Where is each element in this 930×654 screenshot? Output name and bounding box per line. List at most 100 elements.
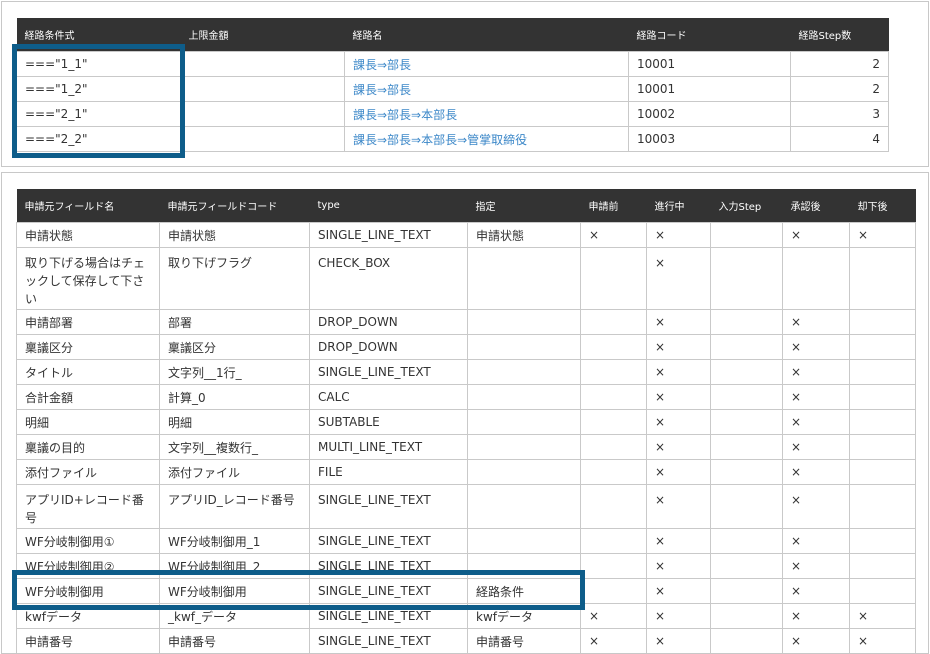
approved-mark: × [782,603,850,629]
field-name-cell: 稟議区分 [16,334,160,360]
rejected-mark [849,384,916,410]
limit-cell [180,101,345,127]
type-cell: MULTI_LINE_TEXT [309,434,468,460]
input-step-mark [710,384,783,410]
rejected-mark [849,359,916,385]
spec-cell [467,409,581,435]
spec-cell [467,309,581,335]
before-mark: × [580,628,647,653]
type-cell: SINGLE_LINE_TEXT [309,484,468,529]
field-name-cell: 取り下げる場合はチェックして保存して下さい [16,247,160,310]
before-mark [580,434,647,460]
route-code-cell: 10001 [628,76,791,102]
approved-mark [782,247,850,310]
header-progress: 進行中 [646,189,711,223]
table-row: WF分岐制御用② WF分岐制御用_2 SINGLE_LINE_TEXT × × [16,553,916,579]
field-name-cell: タイトル [16,359,160,385]
table-row: ==="2_1" 課長⇒部長⇒本部長 10002 3 [16,101,889,127]
approved-mark: × [782,553,850,579]
limit-cell [180,126,345,152]
header-type: type [309,189,468,223]
input-step-mark [710,553,783,579]
rejected-mark [849,484,916,529]
field-code-cell: 計算_0 [159,384,310,410]
approved-mark: × [782,384,850,410]
rejected-mark [849,334,916,360]
route-name-link[interactable]: 課長⇒部長 [344,76,629,102]
table-row: ==="2_2" 課長⇒部長⇒本部長⇒管掌取締役 10003 4 [16,126,889,152]
condition-cell: ==="2_2" [16,126,181,152]
type-cell: SINGLE_LINE_TEXT [309,578,468,604]
table-row: WF分岐制御用 WF分岐制御用 SINGLE_LINE_TEXT 経路条件 × × [16,578,916,604]
header-route-code: 経路コード [628,18,791,52]
field-code-cell: 文字列__1行_ [159,359,310,385]
field-name-cell: WF分岐制御用② [16,553,160,579]
table-row: 稟議の目的 文字列__複数行_ MULTI_LINE_TEXT × × [16,434,916,460]
before-mark [580,309,647,335]
table-row: ==="1_1" 課長⇒部長 10001 2 [16,51,889,77]
header-steps: 経路Step数 [790,18,889,52]
spec-cell: 経路条件 [467,578,581,604]
field-table-body: 申請状態 申請状態 SINGLE_LINE_TEXT 申請状態 × × × × 取り下げる場合は… [16,222,916,653]
spec-cell [467,359,581,385]
input-step-mark [710,628,783,653]
before-mark [580,359,647,385]
before-mark: × [580,603,647,629]
field-code-cell: 明細 [159,409,310,435]
field-code-cell: WF分岐制御用_1 [159,528,310,554]
approved-mark: × [782,222,850,248]
type-cell: DROP_DOWN [309,334,468,360]
route-code-cell: 10002 [628,101,791,127]
type-cell: SINGLE_LINE_TEXT [309,359,468,385]
progress-mark: × [646,628,711,653]
table-row: 申請状態 申請状態 SINGLE_LINE_TEXT 申請状態 × × × × [16,222,916,248]
table-row: 申請部署 部署 DROP_DOWN × × [16,309,916,335]
field-code-cell: 添付ファイル [159,459,310,485]
route-name-link[interactable]: 課長⇒部長⇒本部長 [344,101,629,127]
table-row: タイトル 文字列__1行_ SINGLE_LINE_TEXT × × [16,359,916,385]
rejected-mark [849,459,916,485]
input-step-mark [710,484,783,529]
before-mark [580,334,647,360]
type-cell: SINGLE_LINE_TEXT [309,603,468,629]
approved-mark: × [782,528,850,554]
field-name-cell: WF分岐制御用① [16,528,160,554]
header-route-name: 経路名 [344,18,629,52]
input-step-mark [710,603,783,629]
approved-mark: × [782,334,850,360]
route-name-link[interactable]: 課長⇒部長 [344,51,629,77]
condition-cell: ==="1_2" [16,76,181,102]
route-name-link[interactable]: 課長⇒部長⇒本部長⇒管掌取締役 [344,126,629,152]
field-code-cell: アプリID_レコード番号 [159,484,310,529]
input-step-mark [710,222,783,248]
input-step-mark [710,409,783,435]
type-cell: CHECK_BOX [309,247,468,310]
route-table: 経路条件式 上限金額 経路名 経路コード 経路Step数 ==="1_1" 課長… [16,18,889,152]
type-cell: CALC [309,384,468,410]
before-mark [580,384,647,410]
condition-cell: ==="1_1" [16,51,181,77]
route-code-cell: 10001 [628,51,791,77]
input-step-mark [710,459,783,485]
input-step-mark [710,359,783,385]
steps-cell: 2 [790,76,889,102]
field-code-cell: 取り下げフラグ [159,247,310,310]
steps-cell: 3 [790,101,889,127]
route-table-header: 経路条件式 上限金額 経路名 経路コード 経路Step数 [16,18,889,52]
spec-cell: 申請番号 [467,628,581,653]
spec-cell [467,459,581,485]
field-name-cell: WF分岐制御用 [16,578,160,604]
input-step-mark [710,309,783,335]
before-mark [580,528,647,554]
field-table-header: 申請元フィールド名 申請元フィールドコード type 指定 申請前 進行中 入力… [16,189,916,223]
progress-mark: × [646,384,711,410]
progress-mark: × [646,359,711,385]
input-step-mark [710,334,783,360]
limit-cell [180,76,345,102]
approved-mark: × [782,409,850,435]
before-mark [580,409,647,435]
field-code-cell: 申請番号 [159,628,310,653]
before-mark [580,247,647,310]
rejected-mark [849,409,916,435]
rejected-mark: × [849,628,916,653]
